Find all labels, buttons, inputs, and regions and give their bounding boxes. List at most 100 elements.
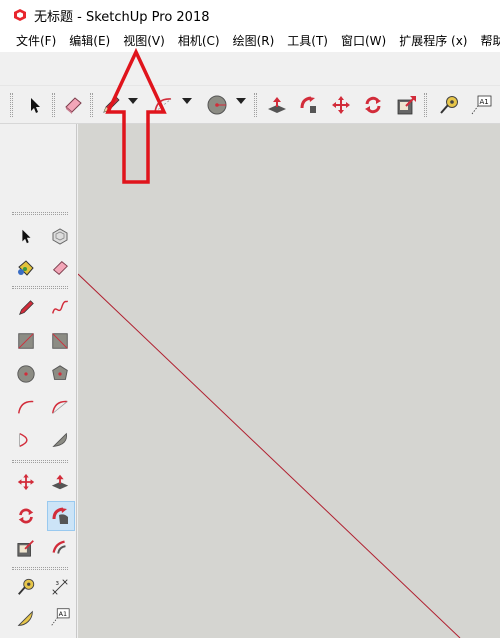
menu-draw[interactable]: 绘图(R) [229, 31, 279, 51]
menu-window[interactable]: 窗口(W) [337, 31, 390, 51]
drawing-canvas[interactable] [78, 124, 500, 638]
rotate-tool-button[interactable] [14, 504, 38, 528]
protractor-tool-button[interactable] [14, 607, 38, 631]
dimension-icon: 3 [52, 579, 68, 595]
scale-icon [17, 540, 34, 557]
move-tool-button[interactable] [328, 92, 354, 118]
arc-icon [154, 98, 172, 113]
model-axes [78, 273, 461, 638]
eraser-tool-button[interactable] [48, 256, 72, 280]
text-tool-button[interactable]: A1 [48, 605, 72, 629]
rotate-tool-button[interactable] [360, 92, 386, 118]
push-pull-tool-button[interactable] [264, 92, 290, 118]
paint-bucket-tool-button[interactable] [14, 256, 38, 280]
main-toolbar: A1 [0, 86, 500, 124]
component-tool-button[interactable] [48, 224, 72, 248]
freehand-icon [52, 300, 68, 314]
move-icon [332, 96, 350, 114]
eraser-icon [52, 261, 68, 275]
pencil-icon [18, 300, 34, 316]
select-icon [31, 98, 40, 113]
rectangle-tool-button[interactable] [14, 329, 38, 353]
follow-me-icon [300, 96, 316, 113]
menu-extensions[interactable]: 扩展程序 (x) [395, 31, 471, 51]
scale-tool-button[interactable] [394, 92, 420, 118]
push-pull-tool-button[interactable] [48, 470, 72, 494]
left-toolbar: 3 A1 [0, 124, 77, 638]
menu-edit[interactable]: 编辑(E) [65, 31, 114, 51]
toolbar-area [0, 52, 500, 86]
select-tool-button[interactable] [14, 224, 38, 248]
dimension-tool-button[interactable]: 3 [48, 575, 72, 599]
pencil-dropdown[interactable] [128, 98, 138, 104]
text-tool-button[interactable]: A1 [468, 92, 494, 118]
circle-icon [207, 95, 227, 115]
follow-me-icon [52, 507, 68, 524]
protractor-icon [17, 610, 33, 626]
title-bar: 无标题 - SketchUp Pro 2018 [0, 0, 500, 30]
text-icon: A1 [471, 95, 492, 115]
line-tool-button[interactable] [14, 296, 38, 320]
toolbar-grip[interactable] [52, 93, 55, 117]
toolbar-grip[interactable] [12, 567, 68, 570]
menu-tools[interactable]: 工具(T) [283, 31, 332, 51]
circle-icon [17, 365, 35, 383]
pie-tool-button[interactable] [48, 428, 72, 452]
two-point-arc-icon [52, 400, 68, 414]
arc-tool-button[interactable] [14, 395, 38, 419]
offset-icon [52, 540, 66, 554]
svg-text:3: 3 [55, 581, 59, 587]
eraser-icon [65, 97, 82, 114]
push-pull-icon [51, 474, 69, 490]
three-point-arc-icon [19, 432, 28, 448]
polygon-tool-button[interactable] [48, 362, 72, 386]
red-axis-line [78, 273, 461, 638]
two-point-arc-tool-button[interactable] [48, 395, 72, 419]
offset-tool-button[interactable] [48, 536, 72, 560]
select-icon [22, 229, 31, 244]
pencil-tool-button[interactable] [98, 92, 124, 118]
follow-me-tool-button[interactable] [47, 501, 75, 531]
follow-me-tool-button[interactable] [296, 92, 322, 118]
arc-dropdown[interactable] [182, 98, 192, 104]
menu-file[interactable]: 文件(F) [12, 31, 60, 51]
menu-camera[interactable]: 相机(C) [174, 31, 224, 51]
paint-bucket-icon [18, 260, 34, 276]
arc-tool-button[interactable] [150, 92, 176, 118]
circle-dropdown[interactable] [236, 98, 246, 104]
toolbar-grip[interactable] [424, 93, 427, 117]
menu-bar: 文件(F) 编辑(E) 视图(V) 相机(C) 绘图(R) 工具(T) 窗口(W… [0, 30, 500, 52]
rotated-rectangle-tool-button[interactable] [48, 329, 72, 353]
window-title: 无标题 - SketchUp Pro 2018 [34, 9, 210, 25]
menu-help[interactable]: 帮助( [476, 31, 500, 51]
tape-measure-tool-button[interactable] [436, 92, 462, 118]
scale-tool-button[interactable] [14, 536, 38, 560]
pencil-icon [103, 96, 120, 113]
tape-measure-icon [440, 96, 458, 114]
select-tool-button[interactable] [22, 92, 48, 118]
rotate-icon [18, 508, 34, 524]
rotated-rectangle-icon [52, 333, 68, 349]
tape-measure-tool-button[interactable] [14, 575, 38, 599]
toolbar-grip[interactable] [254, 93, 257, 117]
eraser-tool-button[interactable] [60, 92, 86, 118]
move-tool-button[interactable] [14, 470, 38, 494]
toolbar-grip[interactable] [12, 212, 68, 215]
circle-tool-button[interactable] [14, 362, 38, 386]
toolbar-grip[interactable] [12, 460, 68, 463]
sketchup-icon [14, 9, 26, 21]
make-component-icon [52, 228, 68, 245]
toolbar-grip[interactable] [90, 93, 93, 117]
circle-tool-button[interactable] [204, 92, 230, 118]
polygon-icon [52, 365, 68, 380]
toolbar-grip[interactable] [12, 286, 68, 289]
arc-icon [18, 400, 34, 414]
move-icon [17, 473, 35, 491]
freehand-tool-button[interactable] [48, 296, 72, 320]
text-tool-label: A1 [480, 98, 489, 106]
menu-view[interactable]: 视图(V) [119, 31, 169, 51]
text-icon: A1 [51, 608, 70, 626]
toolbar-grip[interactable] [10, 93, 13, 117]
rotate-icon [365, 96, 381, 114]
three-point-arc-tool-button[interactable] [14, 428, 38, 452]
